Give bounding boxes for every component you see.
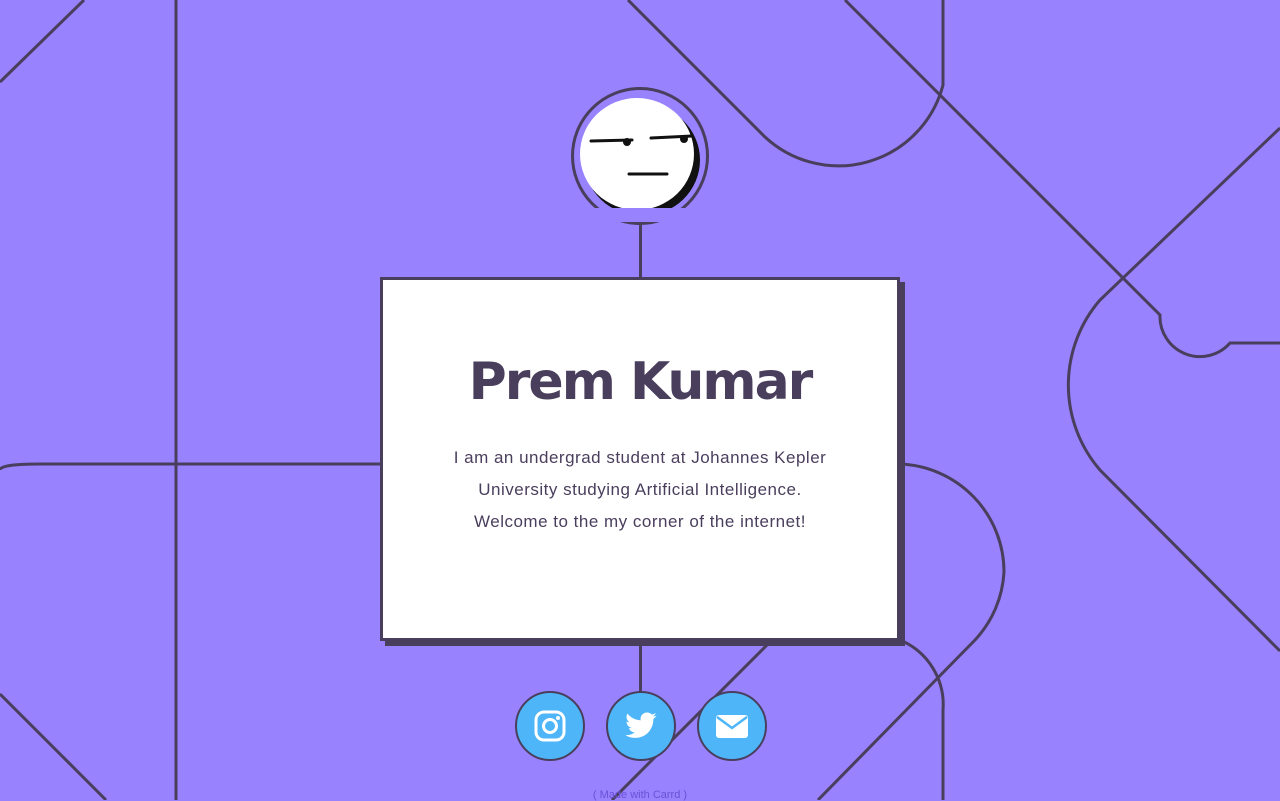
profile-name: Prem Kumar (468, 352, 814, 412)
twitter-icon (625, 712, 657, 738)
instagram-icon (534, 710, 566, 742)
email-button[interactable] (697, 691, 767, 761)
avatar (571, 87, 709, 225)
instagram-button[interactable] (515, 691, 585, 761)
icons-connector-line (639, 641, 642, 693)
made-with-carrd-link[interactable]: ( Made with Carrd ) (0, 789, 1280, 801)
avatar-connector-line (639, 224, 642, 279)
profile-bio: I am an undergrad student at Johannes Ke… (453, 448, 827, 531)
meh-face-icon (574, 96, 706, 222)
profile-card: Prem Kumar I am an undergrad student at … (380, 277, 900, 641)
social-links (515, 691, 767, 761)
twitter-button[interactable] (606, 691, 676, 761)
email-icon (716, 715, 748, 738)
